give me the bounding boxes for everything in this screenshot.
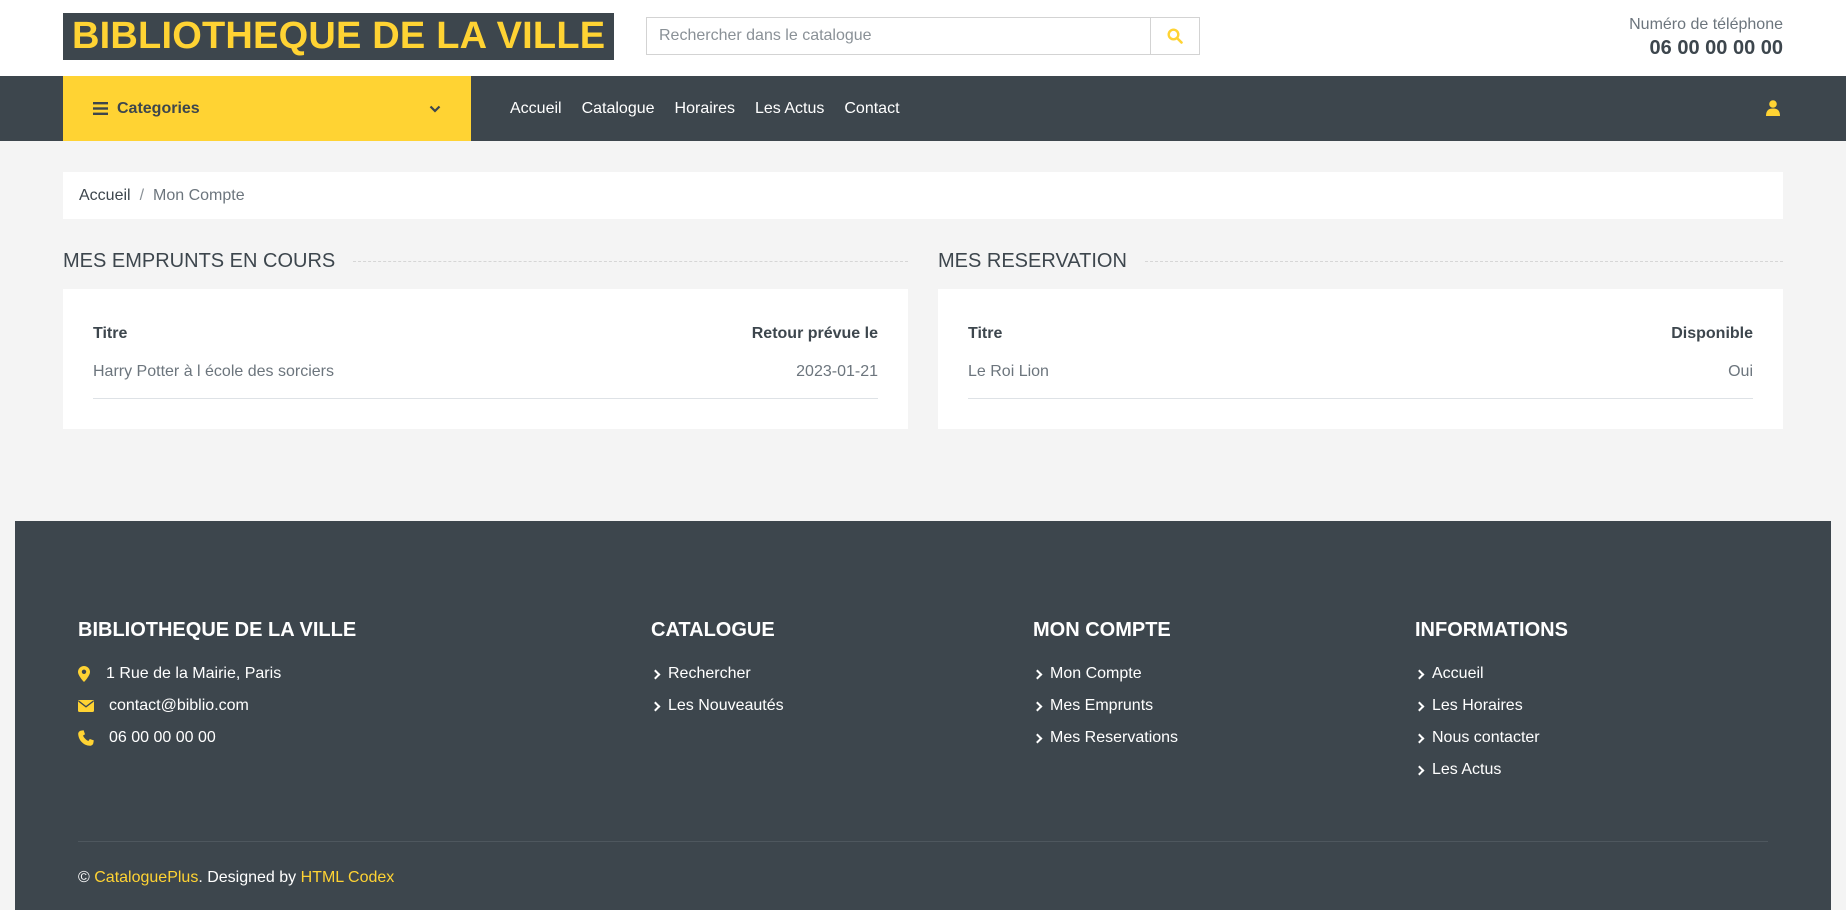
footer-catalogue-column: CATALOGUE Rechercher Les Nouveautés (650, 618, 784, 722)
chevron-right-icon (650, 669, 661, 679)
footer-library-column: BIBLIOTHEQUE DE LA VILLE 1 Rue de la Mai… (78, 618, 356, 754)
nav-link-contact[interactable]: Contact (844, 100, 899, 118)
envelope-icon (78, 700, 94, 712)
footer-link-mon-compte[interactable]: Mon Compte (1050, 665, 1142, 683)
nav-link-catalogue[interactable]: Catalogue (582, 100, 655, 118)
loan-return-date: 2023-01-21 (608, 355, 878, 399)
footer-divider (78, 841, 1768, 842)
nav-link-actus[interactable]: Les Actus (755, 100, 824, 118)
copyright-designed-by: . Designed by (198, 869, 297, 886)
table-header-row: Titre Disponible (968, 319, 1753, 355)
chevron-right-icon (650, 701, 661, 711)
main-navbar: Categories Accueil Catalogue Horaires Le… (0, 76, 1846, 141)
copyright-symbol: © (78, 869, 90, 886)
footer-account-column: MON COMPTE Mon Compte Mes Emprunts Mes R… (1032, 618, 1178, 754)
search-button[interactable] (1150, 18, 1199, 54)
copyright: © CataloguePlus. Designed by HTML Codex (78, 869, 394, 887)
chevron-right-icon (1032, 733, 1043, 743)
loans-section-title: MES EMPRUNTS EN COURS (63, 249, 908, 273)
table-row: Le Roi Lion Oui (968, 355, 1753, 399)
nav-link-accueil[interactable]: Accueil (510, 100, 562, 118)
footer-address-text: 1 Rue de la Mairie, Paris (106, 665, 282, 682)
phone-number: 06 00 00 00 00 (1649, 37, 1783, 59)
footer-info-title: INFORMATIONS (1415, 619, 1568, 641)
footer-link-rechercher[interactable]: Rechercher (668, 665, 751, 683)
footer-library-title: BIBLIOTHEQUE DE LA VILLE (78, 619, 357, 641)
breadcrumb: Accueil / Mon Compte (63, 172, 1783, 219)
loans-card: Titre Retour prévue le Harry Potter à l … (63, 289, 908, 429)
loans-title: MES EMPRUNTS EN COURS (63, 249, 336, 272)
loan-title: Harry Potter à l école des sorciers (93, 355, 609, 399)
footer-phone: 06 00 00 00 00 (78, 722, 356, 754)
search-bar (646, 17, 1200, 55)
categories-dropdown[interactable]: Categories (63, 76, 471, 141)
search-input[interactable] (647, 18, 1150, 54)
footer-link-horaires[interactable]: Les Horaires (1432, 697, 1523, 715)
chevron-right-icon (1414, 733, 1425, 743)
nav-links: Accueil Catalogue Horaires Les Actus Con… (510, 76, 920, 141)
site-logo[interactable]: BIBLIOTHEQUE DE LA VILLE (63, 13, 615, 60)
categories-label: Categories (117, 99, 200, 117)
breadcrumb-separator: / (139, 186, 145, 204)
chevron-right-icon (1032, 701, 1043, 711)
footer-link-nouveautes[interactable]: Les Nouveautés (668, 697, 784, 715)
reservations-card: Titre Disponible Le Roi Lion Oui (938, 289, 1783, 429)
column-header-title: Titre (93, 325, 128, 342)
footer-email-text[interactable]: contact@biblio.com (109, 697, 249, 715)
table-row: Harry Potter à l école des sorciers 2023… (93, 355, 878, 399)
footer-email: contact@biblio.com (78, 690, 356, 722)
search-icon (1167, 28, 1183, 44)
column-header-available: Disponible (1671, 325, 1753, 342)
footer: BIBLIOTHEQUE DE LA VILLE 1 Rue de la Mai… (15, 521, 1831, 910)
column-header-title: Titre (968, 325, 1003, 342)
footer-link-contacter[interactable]: Nous contacter (1432, 729, 1540, 747)
footer-link-mes-reservations[interactable]: Mes Reservations (1050, 729, 1178, 747)
footer-link-accueil[interactable]: Accueil (1432, 665, 1484, 683)
section-divider (1144, 260, 1783, 262)
map-marker-icon (78, 666, 90, 682)
reservations-section-title: MES RESERVATION (938, 249, 1783, 273)
table-header-row: Titre Retour prévue le (93, 319, 878, 355)
footer-link-actus[interactable]: Les Actus (1432, 761, 1501, 779)
footer-phone-text: 06 00 00 00 00 (109, 729, 216, 746)
breadcrumb-current: Mon Compte (153, 186, 245, 204)
loans-table: Titre Retour prévue le Harry Potter à l … (93, 319, 878, 399)
breadcrumb-home[interactable]: Accueil (79, 187, 131, 205)
section-divider (353, 260, 908, 262)
phone-icon (78, 730, 94, 746)
chevron-right-icon (1414, 669, 1425, 679)
menu-icon (93, 102, 108, 115)
footer-catalogue-title: CATALOGUE (651, 619, 775, 641)
reservations-title: MES RESERVATION (938, 249, 1127, 272)
phone-block: Numéro de téléphone 06 00 00 00 00 (1629, 15, 1783, 62)
reservations-table: Titre Disponible Le Roi Lion Oui (968, 319, 1753, 399)
chevron-right-icon (1032, 669, 1043, 679)
footer-address: 1 Rue de la Mairie, Paris (78, 658, 356, 690)
top-bar: BIBLIOTHEQUE DE LA VILLE Numéro de télép… (0, 0, 1846, 76)
phone-label: Numéro de téléphone (1629, 16, 1783, 33)
chevron-down-icon (429, 105, 441, 113)
user-icon[interactable] (1763, 98, 1783, 118)
copyright-brand-link[interactable]: CataloguePlus (94, 869, 198, 886)
footer-link-mes-emprunts[interactable]: Mes Emprunts (1050, 697, 1153, 715)
footer-info-column: INFORMATIONS Accueil Les Horaires Nous c… (1414, 618, 1568, 786)
chevron-right-icon (1414, 765, 1425, 775)
footer-account-title: MON COMPTE (1033, 619, 1171, 641)
column-header-return-date: Retour prévue le (751, 325, 878, 342)
reservation-available: Oui (1358, 355, 1753, 399)
reservation-title: Le Roi Lion (968, 355, 1359, 399)
chevron-right-icon (1414, 701, 1425, 711)
copyright-designer-link[interactable]: HTML Codex (301, 869, 395, 886)
nav-link-horaires[interactable]: Horaires (675, 100, 735, 118)
